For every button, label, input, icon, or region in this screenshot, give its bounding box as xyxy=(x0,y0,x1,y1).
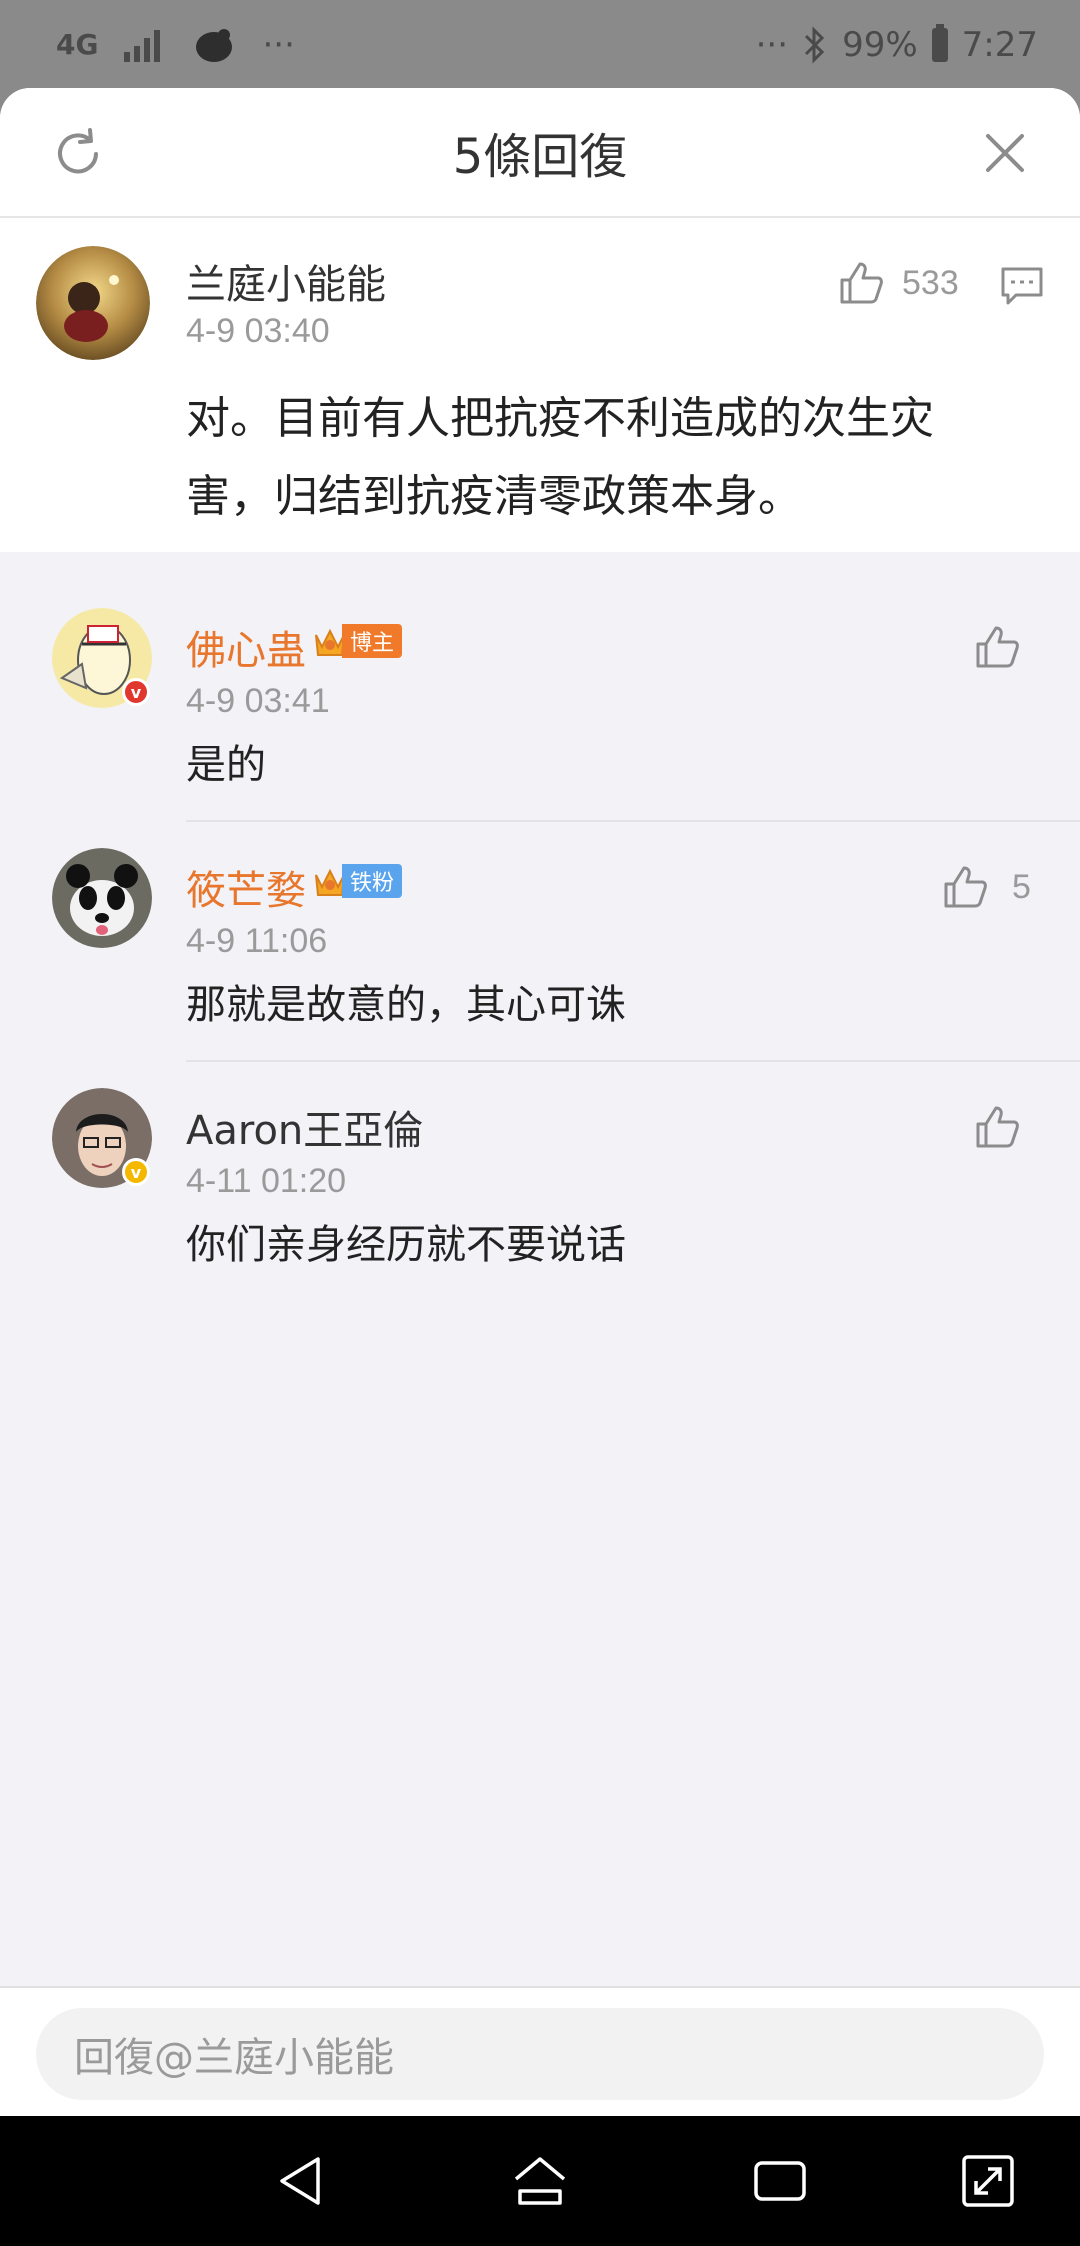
comment-icon[interactable] xyxy=(1000,266,1044,306)
reply-author[interactable]: Aaron王亞倫 xyxy=(186,1098,423,1156)
status-left: 4G ··· xyxy=(56,25,295,65)
comment-author[interactable]: 兰庭小能能 xyxy=(186,252,386,310)
reply-item: v Aaron王亞倫 4-11 01:20 你们亲身经历就不要说话 xyxy=(0,1062,1080,1302)
thumbs-up-icon[interactable] xyxy=(836,258,886,308)
app-notification-icon xyxy=(196,29,233,62)
back-icon[interactable] xyxy=(272,2151,332,2211)
reply-author[interactable]: 佛心蛊 xyxy=(186,618,306,676)
like-count: 533 xyxy=(902,264,959,302)
comment-text-line-2: 害，归结到抗疫清零政策本身。 xyxy=(186,471,802,522)
comment-text-line-1: 对。目前有人把抗疫不利造成的次生灾 xyxy=(186,393,934,444)
close-icon[interactable] xyxy=(980,128,1030,178)
status-bar: 4G ··· ··· 99% 7:27 xyxy=(0,0,1080,90)
blogger-badge: 博主 xyxy=(312,624,403,658)
thumbs-up-icon[interactable] xyxy=(940,862,990,912)
thumbs-up-icon[interactable] xyxy=(972,1102,1022,1152)
refresh-icon[interactable] xyxy=(50,126,106,182)
status-right: ··· 99% 7:27 xyxy=(755,24,1038,65)
avatar[interactable] xyxy=(52,848,152,948)
status-more-left: ··· xyxy=(262,25,295,65)
network-type: 4G xyxy=(56,28,99,61)
reply-text: 是的 xyxy=(186,742,266,788)
bluetooth-icon xyxy=(805,26,825,64)
system-nav-bar xyxy=(0,2116,1080,2246)
badge-label: 博主 xyxy=(342,624,403,658)
signal-icon xyxy=(124,30,161,62)
reply-item: v 佛心蛊 博主 4-9 03:41 是的 xyxy=(0,582,1080,822)
sheet-title: 5條回復 xyxy=(452,129,628,185)
reply-author[interactable]: 筱芒婺 xyxy=(186,858,306,916)
verified-badge-icon: v xyxy=(122,1158,150,1186)
recents-icon[interactable] xyxy=(750,2151,810,2211)
reply-time: 4-9 11:06 xyxy=(186,922,328,960)
fullscreen-icon[interactable] xyxy=(958,2151,1018,2211)
reply-text: 你们亲身经历就不要说话 xyxy=(186,1222,626,1268)
replies-sheet: 5條回復 兰庭小能能 4-9 03:40 533 对。目前有人把抗疫不利造成的次… xyxy=(0,88,1080,2116)
home-icon[interactable] xyxy=(510,2151,570,2211)
reply-time: 4-11 01:20 xyxy=(186,1162,347,1200)
sheet-header: 5條回復 xyxy=(0,88,1080,218)
reply-item: 筱芒婺 铁粉 5 4-9 11:06 那就是故意的，其心可诛 xyxy=(0,822,1080,1062)
battery-icon xyxy=(931,24,948,62)
reply-text: 那就是故意的，其心可诛 xyxy=(186,982,626,1028)
like-count: 5 xyxy=(1012,868,1031,906)
reply-time: 4-9 03:41 xyxy=(186,682,330,720)
avatar[interactable] xyxy=(36,246,150,360)
comment-time: 4-9 03:40 xyxy=(186,312,330,350)
fan-badge: 铁粉 xyxy=(312,864,403,898)
status-more-right: ··· xyxy=(755,25,789,65)
reply-input[interactable]: 回復@兰庭小能能 xyxy=(36,2008,1044,2100)
thumbs-up-icon[interactable] xyxy=(972,622,1022,672)
clock: 7:27 xyxy=(961,25,1038,65)
main-comment: 兰庭小能能 4-9 03:40 533 对。目前有人把抗疫不利造成的次生灾 害，… xyxy=(0,218,1080,552)
badge-label: 铁粉 xyxy=(342,864,403,898)
verified-badge-icon: v xyxy=(122,678,150,706)
battery-percent: 99% xyxy=(842,25,918,65)
reply-input-bar: 回復@兰庭小能能 xyxy=(0,1986,1080,2116)
